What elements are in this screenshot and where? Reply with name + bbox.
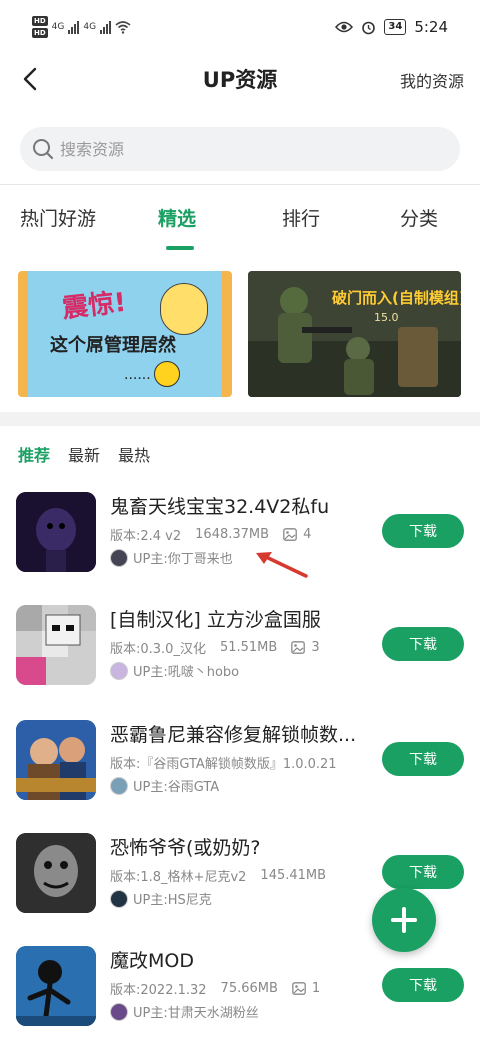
image-icon xyxy=(292,982,306,995)
search-bar[interactable] xyxy=(20,127,460,171)
image-count-value: 3 xyxy=(311,640,320,655)
uploader-avatar xyxy=(110,548,128,567)
download-button[interactable]: 下载 xyxy=(382,855,464,889)
game-thumbnail xyxy=(16,833,96,913)
subtab-recommended[interactable]: 推荐 xyxy=(18,442,50,466)
hd-icon: HD HD xyxy=(32,16,48,38)
network-label-1: 4G xyxy=(51,22,65,32)
uploader[interactable]: UP主:吼啵丶hobo xyxy=(110,661,239,680)
banner-card[interactable]: 震惊! 这个屌管理居然 ...... xyxy=(18,271,232,397)
list-item[interactable]: [自制汉化] 立方沙盒国服 版本:0.3.0_汉化 51.51MB 3 UP主:… xyxy=(0,605,480,705)
search-icon xyxy=(33,139,54,160)
status-left: HD HD 4G 4G xyxy=(32,16,131,38)
clock: 5:24 xyxy=(414,18,448,36)
tab-category[interactable]: 分类 xyxy=(400,204,438,231)
uploader-avatar xyxy=(110,1002,128,1021)
signal-icon xyxy=(68,20,80,34)
uploader-avatar xyxy=(110,776,128,795)
item-name: 魔改MOD xyxy=(110,950,194,972)
download-button[interactable]: 下载 xyxy=(382,968,464,1002)
item-version: 版本:0.3.0_汉化 xyxy=(110,642,206,657)
download-button[interactable]: 下载 xyxy=(382,514,464,548)
annotation-arrow-icon xyxy=(256,552,308,578)
item-size: 51.51MB xyxy=(219,640,278,655)
uploader-name: UP主:甘肃天水湖粉丝 xyxy=(133,1006,259,1021)
image-count-value: 1 xyxy=(311,981,321,996)
signal-icon-2 xyxy=(100,20,112,34)
game-thumbnail xyxy=(16,492,96,572)
image-count: 4 xyxy=(283,527,311,542)
download-button[interactable]: 下载 xyxy=(382,742,464,776)
item-name: 恐怖爷爷(或奶奶? xyxy=(110,837,261,859)
item-size: 75.66MB xyxy=(220,981,278,996)
download-button[interactable]: 下载 xyxy=(382,627,464,661)
subtab-hottest[interactable]: 最热 xyxy=(118,442,150,466)
banner-title: 破门而入(自制模组) xyxy=(332,289,461,307)
uploader[interactable]: UP主:你丁哥来也 xyxy=(110,548,233,567)
item-version: 版本:2022.1.32 xyxy=(110,983,207,998)
plus-icon xyxy=(391,907,417,933)
banner-version: 15.0 xyxy=(374,311,399,324)
image-count: 3 xyxy=(291,640,320,655)
item-version: 版本:1.8_格林+尼克v2 xyxy=(110,870,247,885)
item-version: 版本:『谷雨GTA解锁帧数版』1.0.0.21 xyxy=(110,757,337,772)
active-tab-indicator xyxy=(166,246,194,250)
uploader-avatar xyxy=(110,661,128,680)
game-thumbnail xyxy=(16,720,96,800)
game-thumbnail xyxy=(16,605,96,685)
wifi-icon xyxy=(115,20,131,34)
banner-title: 震惊! xyxy=(60,287,128,325)
item-meta: 版本:2.4 v2 1648.37MB 4 xyxy=(110,525,311,544)
image-icon xyxy=(291,641,306,654)
uploader-name: UP主:谷雨GTA xyxy=(133,780,220,795)
image-count: 1 xyxy=(292,981,320,996)
image-count-value: 4 xyxy=(303,527,312,542)
game-thumbnail xyxy=(16,946,96,1026)
my-resources-link[interactable]: 我的资源 xyxy=(400,68,464,92)
item-meta: 版本:1.8_格林+尼克v2 145.41MB xyxy=(110,866,326,885)
uploader-name: UP主:吼啵丶hobo xyxy=(133,665,240,680)
add-fab-button[interactable] xyxy=(372,888,436,952)
banner-card[interactable]: 破门而入(自制模组) 15.0 xyxy=(248,271,461,397)
cartoon-character-image xyxy=(160,283,208,335)
item-name: 恶霸鲁尼兼容修复解锁帧数... xyxy=(110,724,357,746)
network-label-2: 4G xyxy=(83,22,97,32)
uploader-name: UP主:你丁哥来也 xyxy=(133,552,233,567)
status-bar: HD HD 4G 4G 34 5:24 xyxy=(0,0,480,56)
item-version: 版本:2.4 v2 xyxy=(110,529,182,544)
tab-featured[interactable]: 精选 xyxy=(158,204,196,231)
uploader-avatar xyxy=(110,889,128,908)
item-size: 1648.37MB xyxy=(195,527,270,542)
item-size: 145.41MB xyxy=(260,868,327,883)
emoji-face-icon xyxy=(154,361,180,387)
list-item[interactable]: 魔改MOD 版本:2022.1.32 75.66MB 1 UP主:甘肃天水湖粉丝… xyxy=(0,946,480,1046)
item-meta: 版本:0.3.0_汉化 51.51MB 3 xyxy=(110,638,320,657)
tab-ranking[interactable]: 排行 xyxy=(282,204,320,231)
eye-icon xyxy=(335,21,354,33)
item-name: [自制汉化] 立方沙盒国服 xyxy=(110,609,321,631)
banner-subtitle: 这个屌管理居然 xyxy=(50,335,176,356)
uploader[interactable]: UP主:HS尼克 xyxy=(110,889,212,908)
alarm-icon xyxy=(362,21,376,34)
uploader[interactable]: UP主:谷雨GTA xyxy=(110,776,219,795)
banner-dots: ...... xyxy=(124,367,151,383)
tab-hot-games[interactable]: 热门好游 xyxy=(20,204,96,231)
item-meta: 版本:2022.1.32 75.66MB 1 xyxy=(110,979,320,998)
list-item[interactable]: 鬼畜天线宝宝32.4V2私fu 版本:2.4 v2 1648.37MB 4 UP… xyxy=(0,492,480,592)
sort-tabs: 推荐 最新 最热 xyxy=(18,442,150,466)
category-tabs: 热门好游 精选 排行 分类 xyxy=(0,198,480,254)
header-divider xyxy=(0,184,480,185)
list-item[interactable]: 恶霸鲁尼兼容修复解锁帧数... 版本:『谷雨GTA解锁帧数版』1.0.0.21 … xyxy=(0,720,480,820)
battery-indicator: 34 xyxy=(384,19,407,35)
search-input[interactable] xyxy=(60,139,420,159)
header: UP资源 我的资源 xyxy=(0,56,480,102)
item-meta: 版本:『谷雨GTA解锁帧数版』1.0.0.21 xyxy=(110,753,337,772)
uploader[interactable]: UP主:甘肃天水湖粉丝 xyxy=(110,1002,259,1021)
status-right: 34 5:24 xyxy=(335,18,448,36)
uploader-name: UP主:HS尼克 xyxy=(133,893,212,908)
item-name: 鬼畜天线宝宝32.4V2私fu xyxy=(110,496,330,518)
subtab-latest[interactable]: 最新 xyxy=(68,442,100,466)
section-separator xyxy=(0,412,480,426)
image-icon xyxy=(283,528,297,541)
